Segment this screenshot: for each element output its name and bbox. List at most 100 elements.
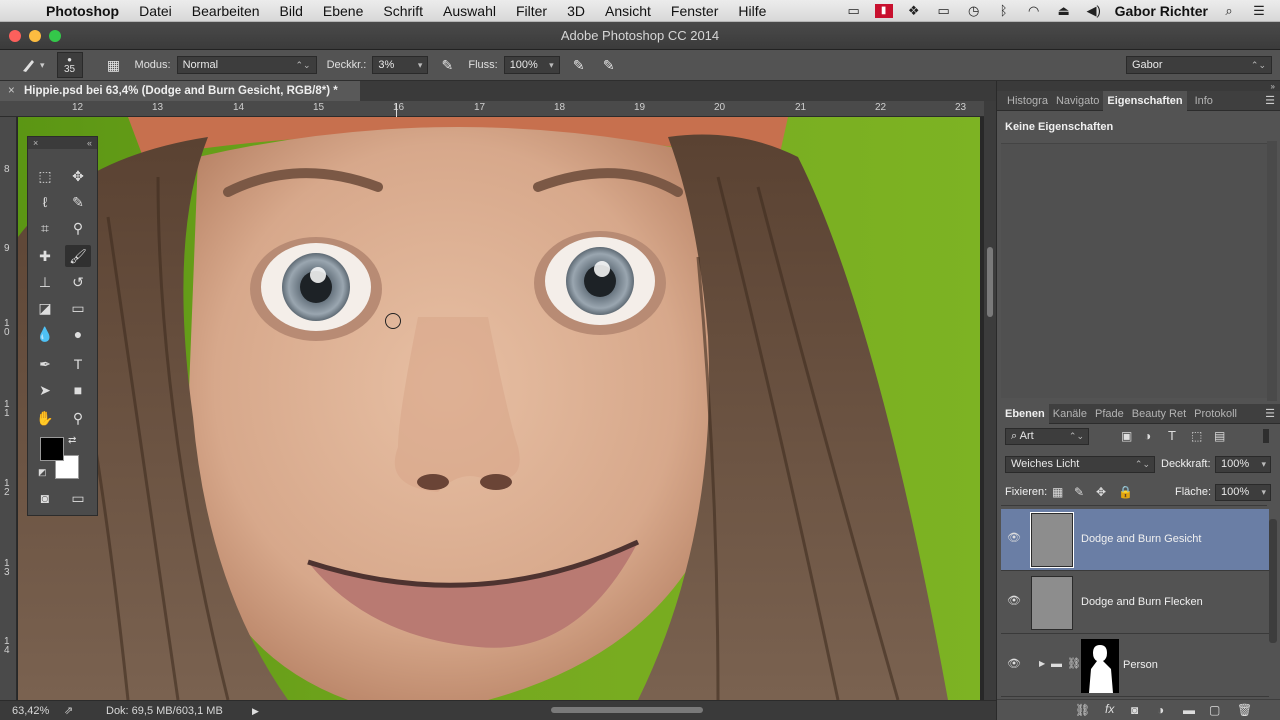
gradient-tool-icon[interactable]: ▭ bbox=[65, 297, 91, 319]
panel-menu-icon[interactable]: ☰ bbox=[1265, 407, 1280, 420]
document-canvas[interactable] bbox=[18, 117, 980, 700]
layer-name[interactable]: Dodge and Burn Gesicht bbox=[1081, 533, 1201, 545]
wifi-icon[interactable]: ◠ bbox=[1025, 3, 1043, 18]
healing-brush-tool-icon[interactable]: ✚ bbox=[32, 245, 58, 267]
close-window-button[interactable] bbox=[9, 30, 21, 42]
menu-schrift[interactable]: Schrift bbox=[373, 3, 433, 19]
tab-layers[interactable]: Ebenen bbox=[997, 403, 1049, 424]
layer-row[interactable]: 👁 Dodge and Burn Flecken bbox=[1001, 572, 1269, 634]
layer-name[interactable]: Dodge and Burn Flecken bbox=[1081, 596, 1203, 608]
pen-tool-icon[interactable]: ✒ bbox=[32, 353, 58, 375]
opacity-input[interactable]: 3% ▾ bbox=[372, 56, 429, 74]
airplay-icon[interactable]: ▭ bbox=[935, 3, 953, 18]
mode-select[interactable]: Normal ⌃⌄ bbox=[176, 56, 317, 74]
filter-pixel-icon[interactable]: ▣ bbox=[1121, 429, 1132, 443]
lock-pixels-icon[interactable]: ✎ bbox=[1074, 485, 1084, 499]
filter-smart-object-icon[interactable]: ▤ bbox=[1214, 429, 1225, 443]
brush-tool-icon[interactable]: 🖌 bbox=[65, 245, 91, 267]
path-selection-tool-icon[interactable]: ➤ bbox=[32, 379, 58, 401]
menu-filter[interactable]: Filter bbox=[506, 3, 557, 19]
eyedropper-tool-icon[interactable]: ⚲ bbox=[65, 217, 91, 239]
zoom-level[interactable]: 63,42% bbox=[12, 702, 49, 720]
rectangle-tool-icon[interactable]: ■ bbox=[65, 379, 91, 401]
layer-row[interactable]: 👁 Dodge and Burn Gesicht bbox=[1001, 509, 1269, 571]
brush-panel-toggle-icon[interactable]: ▦ bbox=[103, 54, 125, 76]
zoom-window-button[interactable] bbox=[49, 30, 61, 42]
tab-beauty-retouch[interactable]: Beauty Ret bbox=[1128, 404, 1190, 424]
filter-toggle-switch[interactable] bbox=[1263, 429, 1269, 443]
visibility-eye-icon[interactable]: 👁 bbox=[1005, 531, 1023, 545]
tab-properties[interactable]: Eigenschaften bbox=[1103, 90, 1187, 111]
menu-ebene[interactable]: Ebene bbox=[313, 3, 373, 19]
link-icon[interactable]: ⛓ bbox=[1067, 657, 1081, 670]
collapse-dock-icon[interactable]: » bbox=[1271, 82, 1280, 91]
menu-app-name[interactable]: Photoshop bbox=[40, 3, 129, 19]
menu-fenster[interactable]: Fenster bbox=[661, 3, 728, 19]
pressure-opacity-icon[interactable]: ✎ bbox=[436, 54, 458, 76]
brush-preset-icon[interactable] bbox=[18, 54, 40, 76]
layers-scrollbar[interactable] bbox=[1269, 519, 1277, 643]
menubar-user-name[interactable]: Gabor Richter bbox=[1115, 3, 1208, 19]
visibility-eye-icon[interactable]: 👁 bbox=[1005, 594, 1023, 608]
menu-hilfe[interactable]: Hilfe bbox=[728, 3, 776, 19]
lock-transparency-icon[interactable]: ▦ bbox=[1052, 485, 1063, 499]
move-tool-icon[interactable]: ✥ bbox=[65, 165, 91, 187]
chevron-down-icon[interactable]: ▾ bbox=[1261, 457, 1266, 472]
airbrush-icon[interactable]: ✎ bbox=[568, 54, 590, 76]
collapse-icon[interactable]: « bbox=[87, 137, 92, 149]
new-layer-icon[interactable]: ▢ bbox=[1209, 703, 1220, 717]
spotlight-search-icon[interactable]: ⌕ bbox=[1220, 3, 1238, 18]
close-icon[interactable]: × bbox=[33, 137, 38, 149]
menu-auswahl[interactable]: Auswahl bbox=[433, 3, 506, 19]
layer-filter-select[interactable]: ⌕ Art ⌃⌄ bbox=[1005, 428, 1089, 445]
eject-icon[interactable]: ⏏ bbox=[1055, 3, 1073, 18]
type-tool-icon[interactable]: T bbox=[65, 353, 91, 375]
chevron-down-icon[interactable]: ▾ bbox=[1261, 485, 1266, 500]
workspace-select[interactable]: Gabor ⌃⌄ bbox=[1126, 56, 1272, 74]
blend-mode-select[interactable]: Weiches Licht ⌃⌄ bbox=[1005, 456, 1155, 473]
brush-preset-dropdown-icon[interactable]: ▾ bbox=[40, 60, 45, 71]
lasso-tool-icon[interactable]: ℓ bbox=[32, 191, 58, 213]
menu-ansicht[interactable]: Ansicht bbox=[595, 3, 661, 19]
status-menu-arrow-icon[interactable]: ▶ bbox=[252, 702, 259, 720]
swap-colors-icon[interactable]: ⇄ bbox=[68, 435, 76, 446]
tab-history[interactable]: Protokoll bbox=[1190, 404, 1241, 424]
screen-mode-icon[interactable]: ▭ bbox=[65, 487, 91, 509]
zoom-tool-icon[interactable]: ⚲ bbox=[65, 407, 91, 429]
quick-selection-tool-icon[interactable]: ✎ bbox=[65, 191, 91, 213]
tab-channels[interactable]: Kanäle bbox=[1049, 404, 1091, 424]
add-mask-icon[interactable]: ◙ bbox=[1131, 703, 1138, 717]
lock-all-icon[interactable]: 🔒 bbox=[1118, 485, 1133, 499]
menu-bearbeiten[interactable]: Bearbeiten bbox=[182, 3, 270, 19]
close-tab-icon[interactable]: × bbox=[8, 81, 15, 101]
adjustment-layer-icon[interactable]: ◑ bbox=[1157, 703, 1164, 717]
horizontal-scroll-thumb[interactable] bbox=[551, 707, 703, 713]
crop-tool-icon[interactable]: ⌗ bbox=[32, 217, 58, 239]
panel-menu-icon[interactable]: ☰ bbox=[1265, 94, 1280, 107]
filter-type-icon[interactable]: T bbox=[1168, 428, 1176, 443]
blur-tool-icon[interactable]: 💧 bbox=[32, 323, 58, 345]
notification-list-icon[interactable]: ☰ bbox=[1250, 3, 1268, 18]
volume-icon[interactable]: ◀) bbox=[1085, 3, 1103, 18]
display-icon[interactable]: ▭ bbox=[845, 3, 863, 18]
dodge-tool-icon[interactable]: ● bbox=[65, 323, 91, 345]
eraser-tool-icon[interactable]: ◪ bbox=[32, 297, 58, 319]
filter-adjustment-icon[interactable]: ◑ bbox=[1144, 429, 1151, 443]
default-colors-icon[interactable]: ◩ bbox=[38, 467, 47, 478]
vertical-scrollbar[interactable] bbox=[984, 101, 996, 700]
menu-bild[interactable]: Bild bbox=[270, 3, 313, 19]
bluetooth-icon[interactable]: ᛒ bbox=[995, 3, 1013, 18]
marquee-tool-icon[interactable]: ⬚ bbox=[32, 165, 58, 187]
layer-opacity-input[interactable]: 100% ▾ bbox=[1215, 456, 1271, 473]
expand-group-icon[interactable]: ▶ bbox=[1039, 659, 1045, 668]
document-tab[interactable]: × Hippie.psd bei 63,4% (Dodge and Burn G… bbox=[0, 81, 360, 101]
pressure-size-icon[interactable]: ✎ bbox=[598, 54, 620, 76]
flow-input[interactable]: 100% ▾ bbox=[503, 56, 560, 74]
tab-paths[interactable]: Pfade bbox=[1091, 404, 1128, 424]
tab-histogram[interactable]: Histogra bbox=[997, 91, 1052, 111]
chevron-down-icon[interactable]: ▾ bbox=[549, 57, 554, 73]
tab-navigator[interactable]: Navigato bbox=[1052, 91, 1103, 111]
minimize-window-button[interactable] bbox=[29, 30, 41, 42]
tab-info[interactable]: Info bbox=[1187, 91, 1217, 111]
layer-style-icon[interactable]: fx bbox=[1105, 702, 1114, 716]
